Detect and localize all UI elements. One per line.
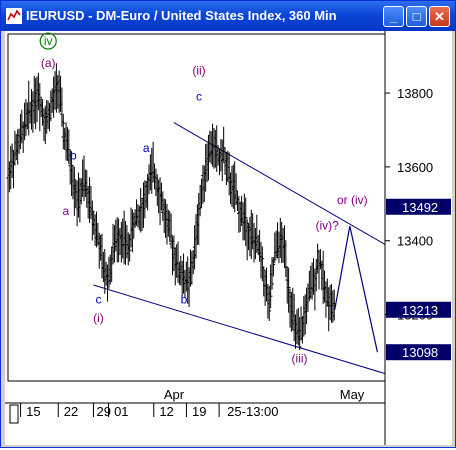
- scroll-handle: [9, 404, 19, 424]
- wave-label: (ii): [192, 64, 205, 78]
- wave-label: b: [70, 149, 77, 163]
- window-title: IEURUSD - DM-Euro / United States Index,…: [26, 8, 337, 23]
- wave-label: (iv)?: [316, 219, 340, 233]
- x-day-label: 12: [159, 404, 173, 419]
- price-box-label: 13492: [402, 200, 438, 215]
- chart-window: IEURUSD - DM-Euro / United States Index,…: [0, 0, 456, 448]
- wave-label: c: [196, 89, 202, 103]
- close-button[interactable]: ✕: [429, 6, 450, 27]
- wave-label: b: [181, 292, 188, 306]
- x-day-label: 15: [26, 404, 40, 419]
- x-day-label: 22: [64, 404, 78, 419]
- chart-area[interactable]: 13800136001340013200134921321313098AprMa…: [5, 31, 452, 445]
- x-day-label: 25-13:00: [227, 404, 278, 419]
- y-tick-label: 13400: [397, 234, 433, 249]
- price-box-label: 13098: [402, 345, 438, 360]
- minimize-button[interactable]: _: [383, 6, 404, 27]
- wave-label: iv: [44, 34, 53, 48]
- wave-label: (a): [41, 56, 56, 70]
- y-tick-label: 13800: [397, 86, 433, 101]
- maximize-button[interactable]: □: [406, 6, 427, 27]
- price-box-label: 13213: [402, 303, 438, 318]
- app-icon: [6, 8, 22, 24]
- price-chart[interactable]: 13800136001340013200134921321313098AprMa…: [5, 31, 452, 445]
- wave-label: (iii): [292, 352, 308, 366]
- x-day-label: 19: [192, 404, 206, 419]
- wave-label: (i): [93, 311, 104, 325]
- wave-label: or (iv): [337, 193, 368, 207]
- wave-label: c: [95, 292, 101, 306]
- x-day-label: 01: [114, 404, 128, 419]
- wave-label: a: [143, 141, 150, 155]
- x-month-label: May: [340, 387, 365, 402]
- y-tick-label: 13600: [397, 160, 433, 175]
- x-day-label: 29: [96, 404, 110, 419]
- x-month-label: Apr: [164, 387, 185, 402]
- wave-label: a: [62, 204, 69, 218]
- title-bar[interactable]: IEURUSD - DM-Euro / United States Index,…: [1, 1, 455, 31]
